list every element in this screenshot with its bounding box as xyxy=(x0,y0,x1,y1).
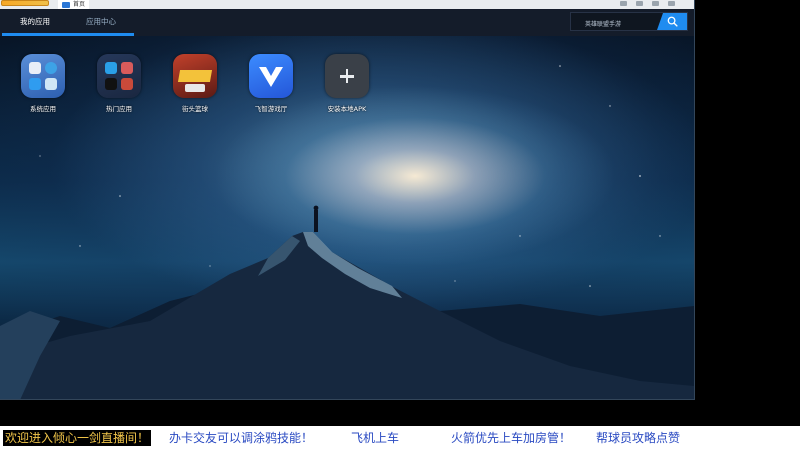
app-street-basketball[interactable]: 街头篮球 xyxy=(165,54,225,113)
menu-icon[interactable] xyxy=(620,1,627,6)
ticker-welcome: 欢迎进入倾心一剑直播间！ xyxy=(3,430,152,446)
ticker-item: 帮球员攻略点赞 xyxy=(596,431,681,445)
tab-my-apps[interactable]: 我的应用 xyxy=(20,16,50,27)
window-border-bottom xyxy=(0,399,695,400)
app-system-apps[interactable]: 系统应用 xyxy=(13,54,73,113)
search-button[interactable] xyxy=(657,13,687,30)
search-placeholder: 英雄联盟手游 xyxy=(585,21,622,28)
popular-apps-folder-icon xyxy=(97,54,141,98)
plus-icon xyxy=(325,54,369,98)
app-flydigi-game-hall[interactable]: 飞智游戏厅 xyxy=(241,54,301,113)
search-icon xyxy=(667,16,678,27)
search-input[interactable]: 英雄联盟手游 xyxy=(570,12,688,31)
maximize-icon[interactable] xyxy=(652,1,659,6)
app-popular-apps[interactable]: 热门应用 xyxy=(89,54,149,113)
title-bar: 首页 xyxy=(0,0,694,9)
app-label-popular-apps: 热门应用 xyxy=(106,105,132,113)
window-tab-title: 首页 xyxy=(73,0,86,8)
street-basketball-game-icon xyxy=(173,54,217,98)
minimize-icon[interactable] xyxy=(636,1,643,6)
ticker-item: 火箭优先上车加房管！ xyxy=(451,431,572,445)
app-label-street-basketball: 街头篮球 xyxy=(182,105,208,113)
ticker-item: 飞机上车 xyxy=(351,431,400,445)
home-tab-icon xyxy=(62,1,70,8)
app-label-system-apps: 系统应用 xyxy=(30,105,56,113)
app-label-install-local-apk: 安装本地APK xyxy=(327,105,367,113)
tab-app-center[interactable]: 应用中心 xyxy=(86,16,116,27)
window-tab-home[interactable]: 首页 xyxy=(58,0,90,9)
flydigi-game-hall-icon xyxy=(249,54,293,98)
close-icon[interactable] xyxy=(668,1,675,6)
app-install-local-apk[interactable]: 安装本地APK xyxy=(317,54,377,113)
app-header: 我的应用 应用中心 英雄联盟手游 xyxy=(0,9,694,36)
stream-ticker: 欢迎进入倾心一剑直播间！ 办卡交友可以调涂鸦技能！ 飞机上车 火箭优先上车加房管… xyxy=(0,426,800,450)
desktop-wallpaper: 系统应用 热门应用 街头篮球 飞智游戏厅 安装本地APK xyxy=(0,36,694,400)
window-border-right xyxy=(694,0,695,400)
ticker-item: 办卡交友可以调涂鸦技能！ xyxy=(169,431,314,445)
system-apps-folder-icon xyxy=(21,54,65,98)
screen: 首页 我的应用 应用中心 英雄联盟手游 系统应用 热门应用 街头篮球 飞智游戏厅… xyxy=(0,0,800,450)
emulator-logo xyxy=(1,0,49,6)
app-label-flydigi-game-hall: 飞智游戏厅 xyxy=(254,105,288,113)
